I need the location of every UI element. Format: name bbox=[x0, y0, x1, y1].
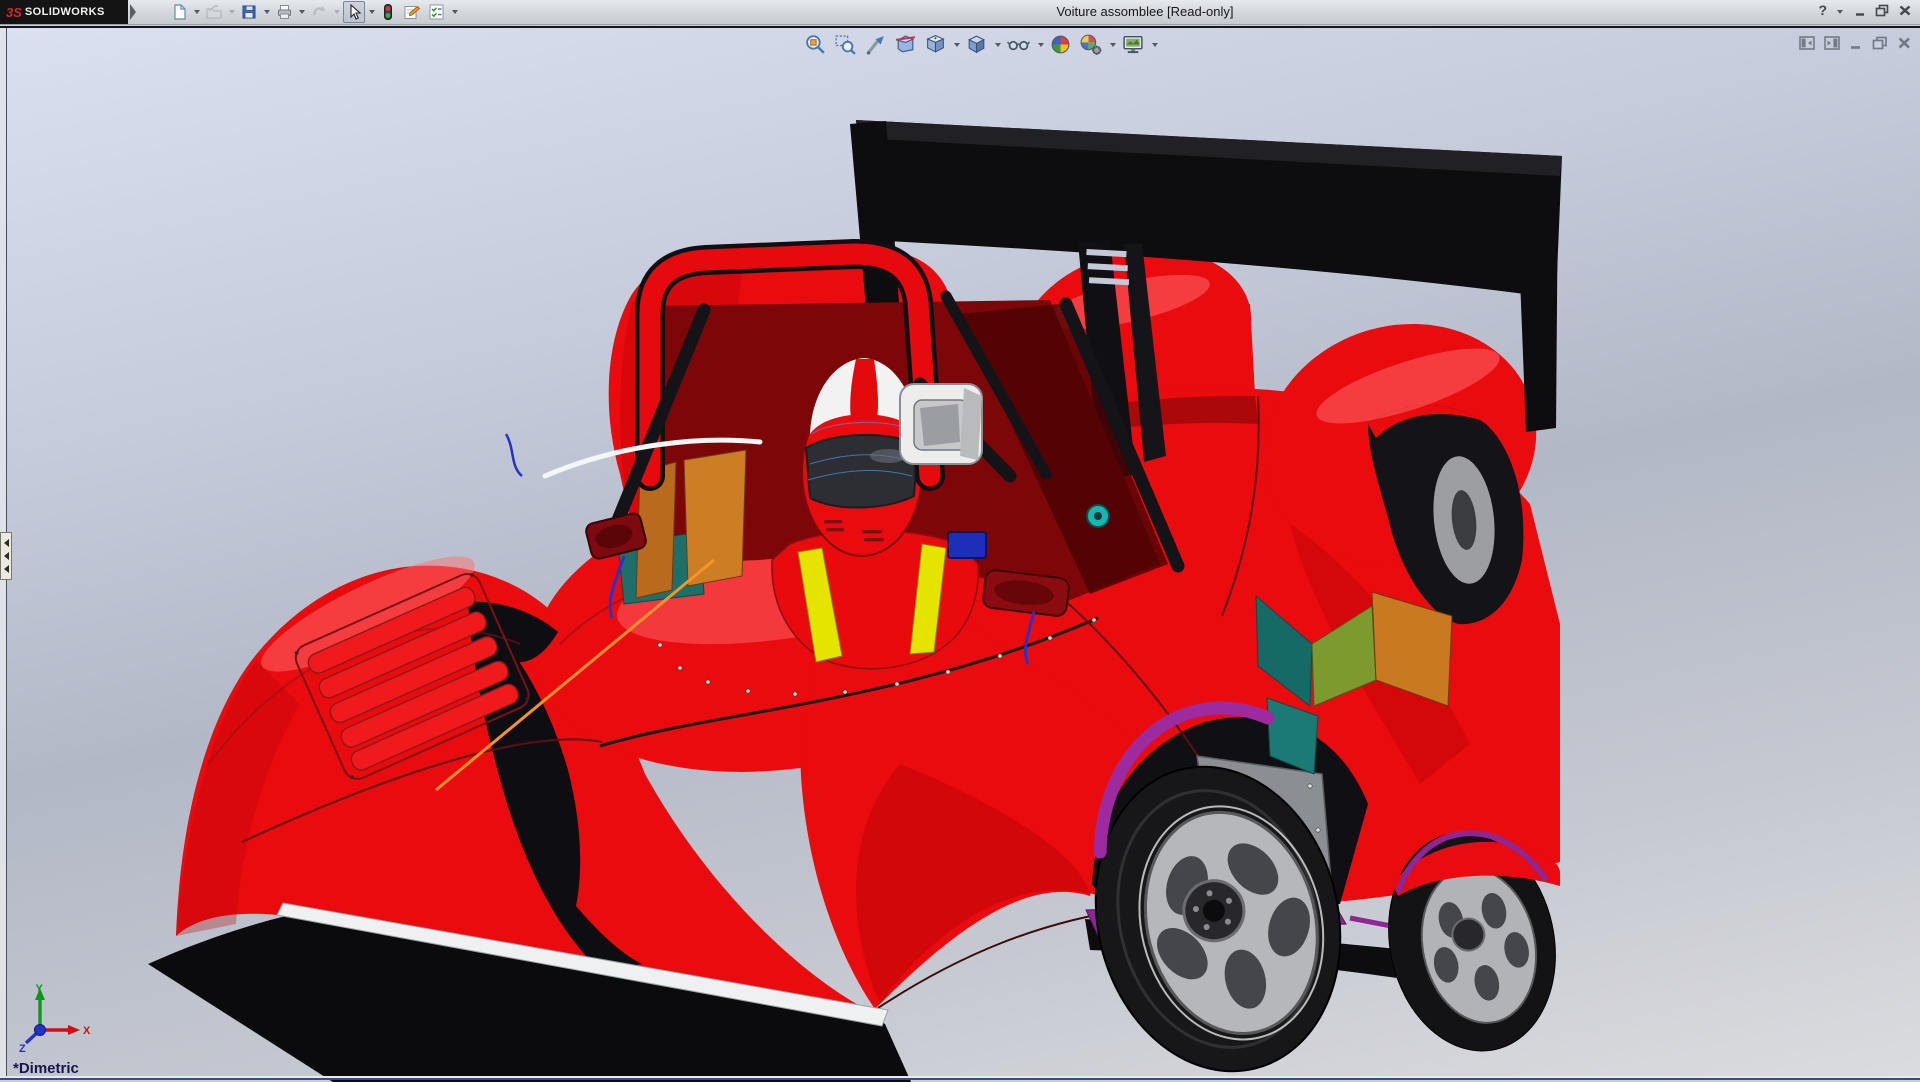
close-icon bbox=[1898, 4, 1912, 17]
restore-button[interactable] bbox=[1875, 4, 1890, 17]
zoom-to-fit-icon bbox=[804, 33, 827, 56]
orientation-dropdown-icon[interactable] bbox=[954, 43, 960, 47]
display-style-icon bbox=[965, 33, 988, 56]
view-settings-button[interactable] bbox=[1119, 31, 1147, 58]
save-icon bbox=[240, 3, 258, 21]
checker-dropdown-icon[interactable] bbox=[452, 10, 458, 14]
section-view-icon bbox=[894, 33, 917, 56]
harness-buckle bbox=[948, 532, 986, 558]
edit-appearance-button[interactable] bbox=[1047, 31, 1074, 58]
view-orientation-icon bbox=[924, 33, 947, 56]
select-cursor-icon bbox=[345, 3, 363, 21]
y-axis-label: Y bbox=[36, 983, 44, 995]
window-title: Voiture assomblee [Read-only] bbox=[1056, 4, 1233, 19]
graphics-area[interactable]: Y X Z *Dimetric bbox=[0, 26, 1920, 1080]
close-document-button[interactable] bbox=[1897, 36, 1912, 50]
print-button[interactable] bbox=[273, 1, 295, 23]
new-dropdown-icon[interactable] bbox=[194, 10, 200, 14]
zoom-to-fit-button[interactable] bbox=[802, 31, 829, 58]
save-dropdown-icon[interactable] bbox=[264, 10, 270, 14]
section-view-button[interactable] bbox=[892, 31, 919, 58]
view-orientation-label: *Dimetric bbox=[13, 1060, 79, 1077]
document-window-controls bbox=[1799, 36, 1912, 50]
hide-show-dropdown-icon[interactable] bbox=[1038, 43, 1044, 47]
new-document-button[interactable] bbox=[168, 1, 190, 23]
eyeglasses-icon bbox=[1006, 33, 1031, 56]
view-settings-dropdown-icon[interactable] bbox=[1152, 43, 1158, 47]
expand-arrow-icon bbox=[4, 539, 9, 547]
reference-triad[interactable]: Y X Z bbox=[16, 982, 94, 1054]
minimize-icon bbox=[1854, 4, 1867, 17]
view-orientation-button[interactable] bbox=[922, 31, 949, 58]
select-tool-button[interactable] bbox=[343, 1, 365, 23]
pane-left-icon bbox=[1799, 36, 1815, 50]
solidworks-logo: 3S SOLIDWORKS bbox=[0, 0, 128, 24]
open-document-button[interactable] bbox=[203, 1, 225, 23]
rebuild-button[interactable] bbox=[378, 1, 398, 23]
new-document-icon bbox=[170, 3, 188, 21]
heads-up-view-toolbar bbox=[802, 31, 1161, 58]
close-document-icon bbox=[1897, 36, 1912, 50]
x-axis-arrow-icon bbox=[68, 1025, 80, 1035]
brand-name: SOLIDWORKS bbox=[25, 6, 105, 18]
menu-flyout-arrow-icon[interactable] bbox=[130, 4, 136, 20]
expand-arrow-icon bbox=[4, 552, 9, 560]
rotate-view-icon bbox=[864, 33, 887, 56]
undo-button[interactable] bbox=[308, 1, 330, 23]
pane-right-button[interactable] bbox=[1824, 36, 1840, 50]
minimize-button[interactable] bbox=[1854, 4, 1867, 17]
display-style-button[interactable] bbox=[963, 31, 990, 58]
open-document-icon bbox=[205, 3, 223, 21]
undo-dropdown-icon[interactable] bbox=[334, 10, 340, 14]
standard-toolbar bbox=[168, 1, 461, 23]
z-axis-label: Z bbox=[19, 1043, 26, 1054]
help-button[interactable]: ? bbox=[1818, 2, 1827, 18]
appearance-sphere-icon bbox=[1049, 33, 1072, 56]
minimize-document-icon bbox=[1849, 36, 1863, 50]
antenna-wire bbox=[506, 434, 522, 476]
display-style-dropdown-icon[interactable] bbox=[995, 43, 1001, 47]
zoom-to-area-button[interactable] bbox=[832, 31, 859, 58]
zoom-to-area-icon bbox=[834, 33, 857, 56]
edit-annotation-icon bbox=[402, 3, 421, 21]
help-dropdown-icon[interactable] bbox=[1837, 10, 1843, 14]
collapsed-featuremanager-tab[interactable] bbox=[0, 532, 12, 580]
print-icon bbox=[275, 3, 293, 21]
intake-box[interactable] bbox=[900, 384, 982, 464]
scene-dropdown-icon[interactable] bbox=[1110, 43, 1116, 47]
print-dropdown-icon[interactable] bbox=[299, 10, 305, 14]
restore-document-icon bbox=[1872, 36, 1888, 50]
close-button[interactable] bbox=[1898, 4, 1912, 17]
pane-left-button[interactable] bbox=[1799, 36, 1815, 50]
apply-scene-button[interactable] bbox=[1077, 31, 1105, 58]
traffic-light-icon bbox=[380, 3, 396, 21]
design-checker-button[interactable] bbox=[425, 1, 448, 23]
window-bottom-edge bbox=[0, 1076, 1920, 1080]
restore-document-button[interactable] bbox=[1872, 36, 1888, 50]
view-settings-icon bbox=[1121, 33, 1145, 56]
undo-icon bbox=[310, 3, 328, 21]
x-axis-label: X bbox=[83, 1025, 91, 1037]
hide-show-items-button[interactable] bbox=[1004, 31, 1033, 58]
z-axis-ball-icon bbox=[35, 1025, 46, 1036]
expand-arrow-icon bbox=[4, 565, 9, 573]
titlebar: 3S SOLIDWORKS bbox=[0, 0, 1920, 25]
annotation-button[interactable] bbox=[400, 1, 423, 23]
window-controls: ? bbox=[1818, 2, 1912, 18]
design-checker-icon bbox=[427, 3, 446, 21]
race-car-model[interactable] bbox=[148, 120, 1575, 1082]
apply-scene-icon bbox=[1079, 33, 1103, 56]
select-dropdown-icon[interactable] bbox=[369, 10, 375, 14]
open-dropdown-icon[interactable] bbox=[229, 10, 235, 14]
brand-prefix: 3S bbox=[6, 5, 22, 20]
save-button[interactable] bbox=[238, 1, 260, 23]
pane-right-icon bbox=[1824, 36, 1840, 50]
rotate-view-button[interactable] bbox=[862, 31, 889, 58]
3d-viewport[interactable] bbox=[0, 28, 1920, 1082]
minimize-document-button[interactable] bbox=[1849, 36, 1863, 50]
restore-icon bbox=[1875, 4, 1890, 17]
